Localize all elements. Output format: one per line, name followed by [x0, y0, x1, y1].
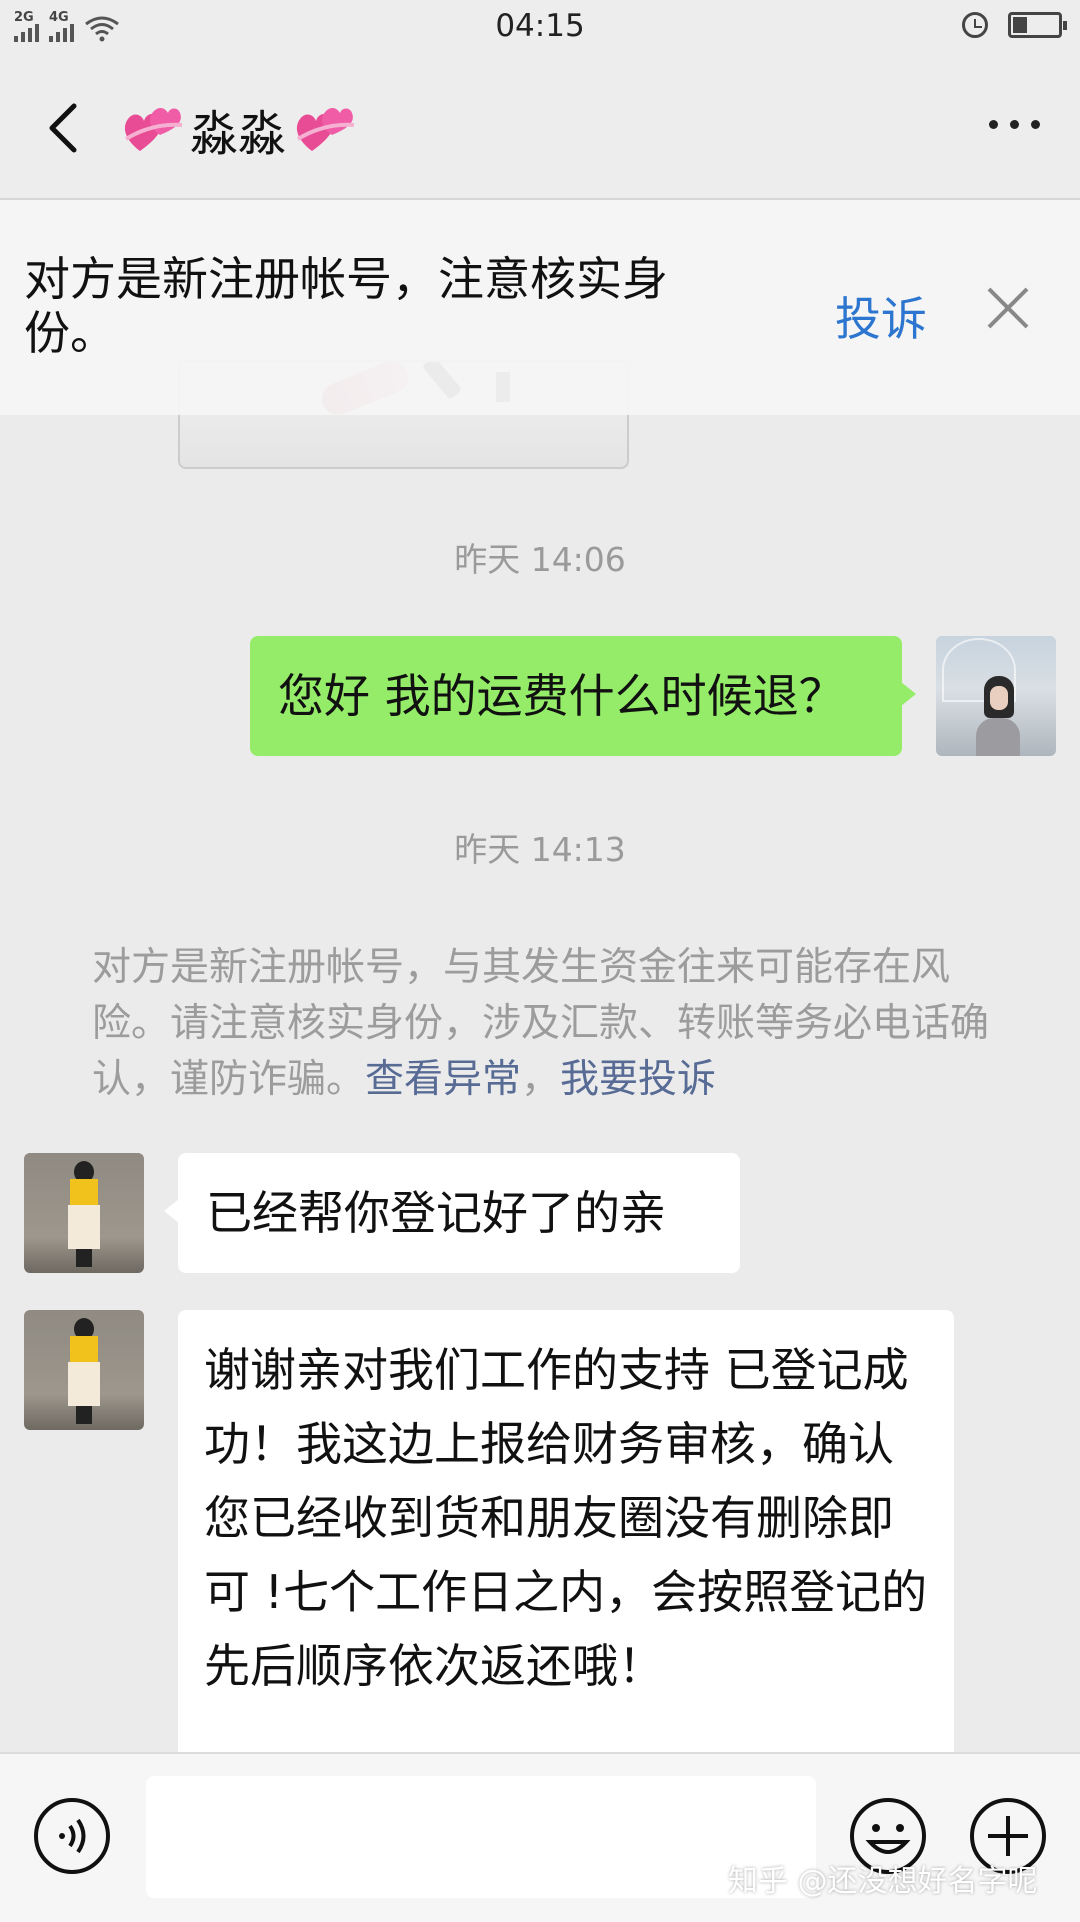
- status-bar: 2G 4G 04:15: [0, 0, 1080, 58]
- hearts-emoji-icon: [124, 107, 183, 151]
- chat-header: 淼淼: [0, 58, 1080, 200]
- report-link[interactable]: 投诉: [835, 283, 927, 349]
- received-message-bubble[interactable]: 谢谢亲对我们工作的支持 已登记成功！我这边上报给财务审核，确认您已经收到货和朋友…: [178, 1310, 954, 1780]
- hearts-emoji-icon: [296, 107, 355, 151]
- received-message-text: 谢谢亲对我们工作的支持 已登记成功！我这边上报给财务审核，确认您已经收到货和朋友…: [204, 1343, 928, 1693]
- my-avatar[interactable]: [936, 636, 1056, 756]
- contact-name: 淼淼: [190, 106, 287, 162]
- notice-text: 对方是新注册帐号，注意核实身份。: [24, 252, 668, 360]
- timestamp: 昨天 14:13: [454, 830, 626, 869]
- system-warning: 对方是新注册帐号，与其发生资金往来可能存在风险。请注意核实身份，涉及汇款、转账等…: [92, 940, 992, 1108]
- chat-title: 淼淼: [120, 94, 356, 164]
- sent-message-text: 您好 我的运费什么时候退？: [278, 669, 845, 723]
- sent-message-bubble[interactable]: 您好 我的运费什么时候退？: [250, 636, 916, 756]
- battery-icon: [1008, 12, 1067, 38]
- back-icon[interactable]: [40, 98, 90, 158]
- clock: 04:15: [495, 8, 585, 44]
- complain-link[interactable]: 我要投诉: [560, 1057, 716, 1102]
- contact-avatar[interactable]: [24, 1153, 144, 1273]
- message-input[interactable]: [146, 1776, 816, 1898]
- watermark: 知乎 @还没想好名字呢: [728, 1864, 1038, 1899]
- received-message-text: 已经帮你登记好了的亲: [206, 1186, 666, 1240]
- separator: ，: [521, 1057, 561, 1102]
- close-icon[interactable]: [985, 285, 1031, 331]
- voice-input-icon[interactable]: [32, 1796, 112, 1876]
- more-options-icon[interactable]: [989, 120, 1040, 129]
- timestamp: 昨天 14:06: [454, 540, 626, 579]
- contact-avatar[interactable]: [24, 1310, 144, 1430]
- view-anomaly-link[interactable]: 查看异常: [365, 1057, 521, 1102]
- received-message-bubble[interactable]: 已经帮你登记好了的亲: [164, 1153, 740, 1273]
- alarm-icon: [962, 12, 988, 38]
